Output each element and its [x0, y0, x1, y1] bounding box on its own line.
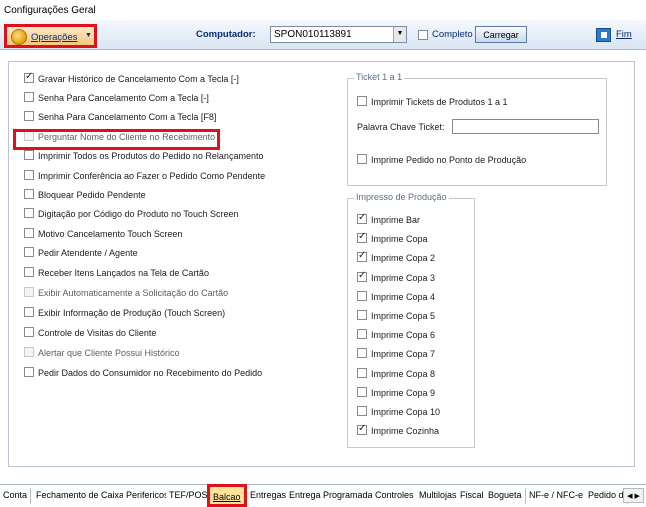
option-label: Exibir Automaticamente a Solicitação do …: [38, 288, 229, 298]
option-label: Receber Itens Lançados na Tela de Cartão: [38, 268, 209, 278]
impresso-checkbox-imprime-copa-8[interactable]: [357, 367, 367, 378]
impresso-checkbox-imprime-copa-3[interactable]: [357, 270, 367, 282]
operacoes-button[interactable]: Operações ▼: [4, 24, 97, 48]
option-label: Digitação por Código do Produto no Touch…: [38, 209, 239, 219]
impresso-label: Imprime Copa 8: [371, 368, 436, 379]
impresso-checkbox-imprime-copa-10[interactable]: [357, 406, 367, 416]
option-checkbox-receber-itens-lancados-na-tela-de-cartao[interactable]: [24, 267, 34, 277]
tab-multilojas[interactable]: Multilojas: [416, 488, 461, 504]
impresso-label: Imprime Copa 9: [371, 387, 436, 398]
impresso-checkbox-imprime-bar[interactable]: [357, 212, 367, 224]
imprime-pedido-label: Imprime Pedido no Ponto de Produção: [371, 155, 527, 165]
impresso-label: Imprime Copa 6: [371, 330, 436, 341]
option-checkbox-pedir-atendente-agente[interactable]: [24, 247, 34, 257]
option-checkbox-bloquear-pedido-pendente[interactable]: [24, 189, 34, 199]
impresso-checkbox-imprime-copa-7[interactable]: [357, 348, 367, 359]
option-label: Imprimir Conferência ao Fazer o Pedido C…: [38, 171, 266, 181]
impresso-group-title: Impresso de Produção: [354, 192, 449, 202]
impresso-label: Imprime Cozinha: [371, 426, 440, 437]
toolbar: Operações ▼ Computador: SPON010113891 ▼ …: [0, 20, 646, 50]
option-checkbox-gravar-historico-de-cancelamento-com-a-tecla[interactable]: [24, 71, 34, 83]
option-checkbox-senha-para-cancelamento-com-a-tecla[interactable]: [24, 92, 34, 102]
option-label: Bloquear Pedido Pendente: [38, 190, 146, 200]
tab-fiscal[interactable]: Fiscal: [457, 488, 488, 504]
impresso-checkbox-imprime-copa-4[interactable]: [357, 290, 367, 301]
tab-balcao[interactable]: Balcao: [207, 484, 247, 507]
tab-bar: Conta Fechamento de Caixa Perifericos TEF/P…: [0, 484, 646, 507]
impresso-label: Imprime Copa 10: [371, 407, 441, 417]
option-label: Exibir Informação de Produção (Touch Scr…: [38, 308, 226, 318]
impresso-label: Imprime Copa 2: [371, 253, 436, 264]
option-label: Pedir Atendente / Agente: [38, 248, 138, 258]
impresso-checkbox-imprime-copa-5[interactable]: [357, 310, 367, 320]
impresso-checkbox-imprime-copa-6[interactable]: [357, 329, 367, 340]
window-title: Configurações Geral: [0, 0, 646, 20]
option-checkbox-motivo-cancelamento-touch-screen[interactable]: [24, 228, 34, 238]
impresso-label: Imprime Bar: [371, 215, 421, 225]
tab-fechamento-de-caixa[interactable]: Fechamento de Caixa: [33, 488, 129, 504]
option-label: Controle de Visitas do Cliente: [38, 328, 157, 338]
option-checkbox-pedir-dados-do-consumidor-no-recebimento-do-pedido[interactable]: [24, 367, 34, 377]
option-checkbox-imprimir-conferencia-ao-fazer-o-pedido-como-pendente[interactable]: [24, 170, 34, 180]
tab-tef-pos[interactable]: TEF/POS: [166, 488, 212, 504]
tab-bogueta[interactable]: Bogueta: [485, 488, 526, 504]
option-checkbox-exibir-automaticamente-a-solicitacao-do-cartao[interactable]: [24, 287, 34, 297]
computador-value: SPON010113891: [274, 29, 352, 40]
completo-checkbox[interactable]: [418, 30, 428, 40]
option-label: Senha Para Cancelamento Com a Tecla [-]: [38, 93, 209, 103]
computador-select[interactable]: SPON010113891 ▼: [270, 26, 407, 43]
impresso-label: Imprime Copa 5: [371, 311, 436, 321]
tab-entrega-programada[interactable]: Entrega Programada: [286, 488, 377, 504]
chevron-down-icon: ▼: [85, 32, 92, 39]
balcao-panel: Gravar Histórico de Cancelamento Com a T…: [8, 61, 635, 467]
highlight-box: [13, 129, 220, 150]
option-label: Imprimir Todos os Produtos do Pedido no …: [38, 151, 264, 161]
impresso-checkbox-imprime-copa-9[interactable]: [357, 386, 367, 397]
option-checkbox-digitacao-por-codigo-do-produto-no-touch-screen[interactable]: [24, 208, 34, 218]
tab-pedido-d[interactable]: Pedido d: [585, 488, 628, 504]
fim-button[interactable]: Fim: [616, 29, 632, 40]
imprimir-tickets-label: Imprimir Tickets de Produtos 1 a 1: [371, 97, 508, 107]
palavra-chave-label: Palavra Chave Ticket:: [357, 122, 445, 132]
option-label: Alertar que Cliente Possui Histórico: [38, 348, 180, 358]
option-checkbox-controle-de-visitas-do-cliente[interactable]: [24, 327, 34, 337]
exit-door-icon[interactable]: [596, 28, 611, 42]
palavra-chave-input[interactable]: [452, 119, 599, 134]
tab-nf-e-nfc-e[interactable]: NF-e / NFC-e: [526, 488, 587, 504]
option-checkbox-exibir-informacao-de-producao-touch-screen[interactable]: [24, 307, 34, 317]
imprimir-tickets-checkbox[interactable]: [357, 96, 367, 106]
option-label: Senha Para Cancelamento Com a Tecla [F8]: [38, 112, 217, 122]
tab-entregas[interactable]: Entregas: [247, 488, 291, 504]
ticket-group-title: Ticket 1 a 1: [354, 72, 405, 82]
impresso-checkbox-imprime-copa[interactable]: [357, 231, 367, 244]
option-checkbox-alertar-que-cliente-possui-historico[interactable]: [24, 347, 34, 357]
computador-label: Computador:: [196, 29, 256, 40]
option-checkbox-imprimir-todos-os-produtos-do-pedido-no-relancamento[interactable]: [24, 150, 34, 160]
impresso-checkbox-imprime-cozinha[interactable]: [357, 423, 367, 436]
option-label: Gravar Histórico de Cancelamento Com a T…: [38, 74, 239, 84]
imprime-pedido-checkbox[interactable]: [357, 154, 367, 164]
option-label: Motivo Cancelamento Touch Screen: [38, 229, 183, 239]
tab-conta[interactable]: Conta: [0, 488, 32, 504]
option-label: Pedir Dados do Consumidor no Recebimento…: [38, 368, 263, 378]
operacoes-label: Operações: [31, 32, 78, 43]
impresso-label: Imprime Copa 4: [371, 291, 436, 302]
completo-label: Completo: [432, 29, 473, 40]
dropdown-arrow-icon[interactable]: ▼: [393, 27, 406, 42]
impresso-label: Imprime Copa 7: [371, 349, 436, 360]
impresso-checkbox-imprime-copa-2[interactable]: [357, 250, 367, 263]
carregar-button[interactable]: Carregar: [475, 26, 527, 43]
tab-controles[interactable]: Controles: [372, 488, 418, 504]
content-area: Gravar Histórico de Cancelamento Com a T…: [0, 51, 646, 483]
tab-scroll-arrows[interactable]: ◀ ▶: [623, 488, 644, 503]
option-checkbox-senha-para-cancelamento-com-a-tecla-f8[interactable]: [24, 111, 34, 121]
impresso-label: Imprime Copa: [371, 234, 428, 245]
operations-icon: [11, 29, 27, 45]
impresso-label: Imprime Copa 3: [371, 272, 436, 283]
